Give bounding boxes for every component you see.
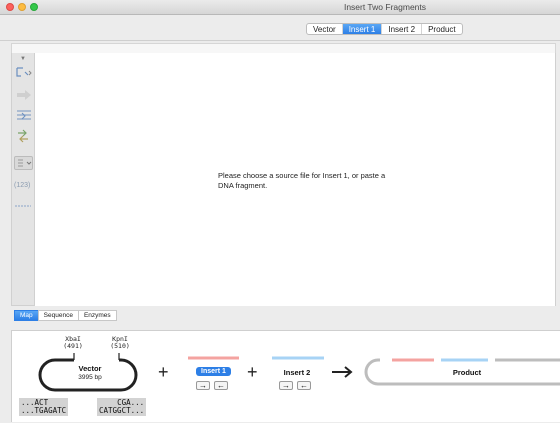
view-tabs: Map Sequence Enzymes (14, 310, 117, 321)
insert-2-forward-button[interactable]: → (279, 381, 293, 390)
segment-product[interactable]: Product (422, 24, 462, 34)
step-segmented-control: Vector Insert 1 Insert 2 Product (306, 23, 463, 35)
header-strip (11, 43, 556, 53)
toolbar: Vector Insert 1 Insert 2 Product (0, 15, 560, 41)
vector-name: Vector (78, 364, 102, 373)
right-overhang-sequence: CGA... CATGGCT... (97, 398, 147, 416)
tab-sequence[interactable]: Sequence (37, 310, 79, 321)
plus-sign: + (158, 362, 169, 382)
zoom-menu-icon[interactable] (14, 156, 33, 170)
tool-sidebar: ▼ (123) (11, 53, 35, 306)
segment-vector[interactable]: Vector (307, 24, 343, 34)
insert-1-badge[interactable]: Insert 1 (196, 367, 231, 376)
swap-arrows-icon[interactable] (15, 129, 33, 145)
align-lines-icon[interactable] (15, 109, 33, 125)
forward-arrow-icon[interactable] (15, 90, 33, 102)
insert-2-reverse-button[interactable]: ← (297, 381, 311, 390)
insert-1-reverse-button[interactable]: ← (214, 381, 228, 390)
title-bar: Insert Two Fragments (0, 0, 560, 15)
insert-2-label[interactable]: Insert 2 (275, 368, 319, 377)
segment-insert-1[interactable]: Insert 1 (342, 24, 383, 34)
segment-insert-2[interactable]: Insert 2 (382, 24, 423, 34)
sequence-panel: Please choose a source file for Insert 1… (35, 53, 556, 306)
insert-1-forward-button[interactable]: → (196, 381, 210, 390)
plus-sign: + (247, 362, 258, 382)
close-window-button[interactable] (6, 3, 14, 11)
ruler-icon[interactable] (14, 203, 32, 211)
left-overhang-sequence: ...ACT ...TGAGATC (19, 398, 69, 416)
empty-state-message: Please choose a source file for Insert 1… (218, 171, 386, 190)
zoom-window-button[interactable] (30, 3, 38, 11)
cloning-diagram: XbaI (491) KpnI (510) Vector 3995 bp + Ins… (11, 330, 560, 422)
window-title: Insert Two Fragments (343, 2, 427, 12)
collapse-triangle-icon[interactable]: ▼ (20, 56, 26, 62)
tab-enzymes[interactable]: Enzymes (77, 310, 117, 321)
minimize-window-button[interactable] (18, 3, 26, 11)
tab-map[interactable]: Map (14, 310, 39, 321)
sequence-numbering-toggle[interactable]: (123) (14, 182, 30, 189)
product-label: Product (452, 368, 482, 377)
vector-size: 3995 bp (78, 374, 102, 381)
open-file-icon[interactable] (15, 66, 33, 80)
